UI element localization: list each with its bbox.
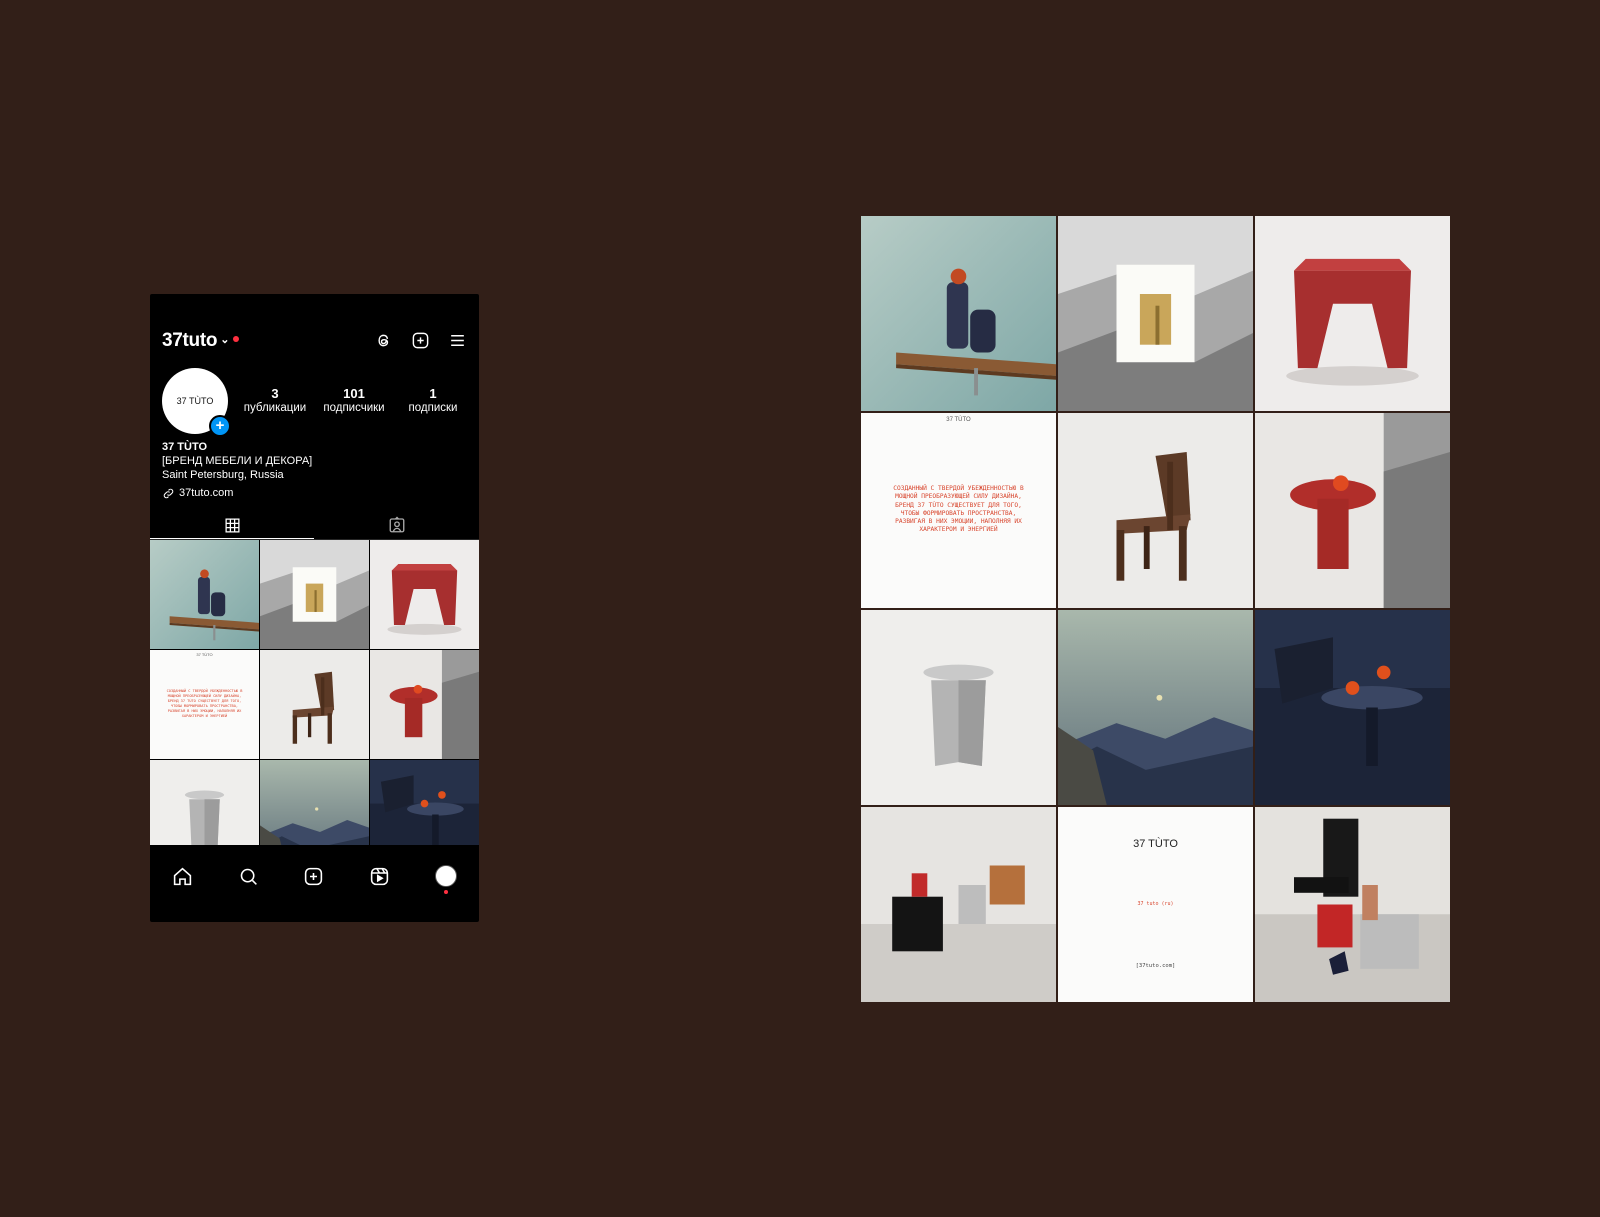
add-post-icon[interactable] <box>411 331 430 350</box>
gold-table-mountains-photo <box>1058 216 1253 411</box>
post-tile-shelf-vases[interactable] <box>861 216 1056 411</box>
cover-title: 37 TÙTO <box>1133 838 1178 851</box>
cover-site: [37tuto.com] <box>1135 963 1176 969</box>
stat-posts-value: 3 <box>271 386 279 401</box>
post-tile-red-stool[interactable] <box>370 540 479 649</box>
profile-post-grid: 37 TÙTO Созданный с твердой убежденностью… <box>150 540 479 845</box>
manifesto-text: Созданный с твердой убежденностью в мощн… <box>166 689 243 719</box>
post-tile-mountain-dusk[interactable] <box>260 760 369 845</box>
shelf-vases-photo <box>150 540 259 649</box>
stat-followers-value: 101 <box>343 386 365 401</box>
avatar-text: 37 TÙTO <box>176 396 214 406</box>
stat-posts: 3 публикации <box>236 386 314 414</box>
post-tile-collection-group[interactable] <box>1255 807 1450 1002</box>
manifesto-brand: 37 TÙTO <box>946 416 971 423</box>
mountain-dusk-photo <box>1058 610 1253 805</box>
post-tile-mountain-dusk[interactable] <box>1058 610 1253 805</box>
grid-icon <box>224 517 240 533</box>
profile-phone-screen: 37tuto ⌄ 37 TÙTO + 3 публикации 101 подпи… <box>150 294 479 922</box>
username-switcher[interactable]: 37tuto ⌄ <box>162 330 240 352</box>
post-tile-red-side-table[interactable] <box>370 650 479 759</box>
post-tile-furniture-group[interactable] <box>861 807 1056 1002</box>
tab-tagged[interactable] <box>315 512 479 538</box>
gold-table-mountains-photo <box>260 540 369 649</box>
post-tile-dark-table-oranges[interactable] <box>370 760 479 845</box>
profile-tabs <box>150 512 479 540</box>
red-side-table-photo <box>1255 413 1450 608</box>
home-icon[interactable] <box>172 866 193 887</box>
profile-link-text: 37tuto.com <box>179 487 234 499</box>
post-tile-shelf-vases[interactable] <box>150 540 259 649</box>
stat-following-label: подписки <box>408 402 458 414</box>
threads-icon[interactable] <box>374 331 393 350</box>
chevron-down-icon: ⌄ <box>220 334 230 346</box>
mountain-dusk-photo <box>260 760 369 845</box>
profile-location: Saint Petersburg, Russia <box>162 469 284 481</box>
post-tile-steel-table[interactable] <box>861 610 1056 805</box>
profile-link[interactable]: 37tuto.com <box>162 486 312 500</box>
post-tile-walnut-chair[interactable] <box>1058 413 1253 608</box>
post-tile-dark-table-oranges[interactable] <box>1255 610 1450 805</box>
stat-followers[interactable]: 101 подписчики <box>315 386 393 414</box>
post-tile-steel-table[interactable] <box>150 760 259 845</box>
red-side-table-photo <box>370 650 479 759</box>
stat-followers-label: подписчики <box>323 402 385 414</box>
profile-nav-avatar[interactable] <box>434 865 457 894</box>
post-tile-red-stool[interactable] <box>1255 216 1450 411</box>
walnut-chair-photo <box>1058 413 1253 608</box>
large-post-grid: 37 TÙTO Созданный с твердой убежденностью… <box>861 216 1450 1002</box>
red-stool-photo <box>370 540 479 649</box>
shelf-vases-photo <box>861 216 1056 411</box>
post-tile-walnut-chair[interactable] <box>260 650 369 759</box>
post-tile-gold-table-mountains[interactable] <box>260 540 369 649</box>
post-tile-manifesto-text[interactable]: 37 TÙTO Созданный с твердой убежденностью… <box>861 413 1056 608</box>
avatar[interactable]: 37 TÙTO + <box>162 368 231 437</box>
walnut-chair-photo <box>260 650 369 759</box>
profile-category: [БРЕНД МЕБЕЛИ И ДЕКОРА] <box>162 455 313 467</box>
post-tile-brand-cover[interactable]: 37 TÙTO 37 tuto (ru) [37tuto.com] <box>1058 807 1253 1002</box>
profile-bio: 37 TÙTO [БРЕНД МЕБЕЛИ И ДЕКОРА] Saint Pe… <box>162 440 312 500</box>
stat-posts-label: публикации <box>243 402 307 414</box>
red-stool-photo <box>1255 216 1450 411</box>
menu-icon[interactable] <box>448 331 467 350</box>
cover-subtitle: 37 tuto (ru) <box>1137 900 1174 907</box>
notification-dot <box>233 336 240 342</box>
create-icon[interactable] <box>303 866 324 887</box>
tab-posts-grid[interactable] <box>150 512 314 539</box>
furniture-group-photo <box>861 807 1056 1002</box>
stat-following-value: 1 <box>429 386 437 401</box>
steel-table-photo <box>150 760 259 845</box>
post-tile-gold-table-mountains[interactable] <box>1058 216 1253 411</box>
post-tile-manifesto-text[interactable]: 37 TÙTO Созданный с твердой убежденностью… <box>150 650 259 759</box>
post-tile-red-side-table[interactable] <box>1255 413 1450 608</box>
dark-table-oranges-photo <box>1255 610 1450 805</box>
profile-name: 37 TÙTO <box>162 441 208 453</box>
manifesto-brand: 37 TÙTO <box>196 652 213 658</box>
collection-group-photo <box>1255 807 1450 1002</box>
tagged-icon <box>389 516 405 533</box>
steel-table-photo <box>861 610 1056 805</box>
dark-table-oranges-photo <box>370 760 479 845</box>
manifesto-text: Созданный с твердой убежденностью в мощн… <box>893 485 1024 534</box>
link-icon <box>163 488 174 498</box>
username: 37tuto <box>162 330 218 351</box>
reels-icon[interactable] <box>369 866 390 887</box>
add-story-plus-icon[interactable]: + <box>209 415 231 437</box>
stat-following[interactable]: 1 подписки <box>394 386 472 414</box>
bottom-navigation <box>150 856 479 896</box>
search-icon[interactable] <box>238 866 259 887</box>
profile-header: 37tuto ⌄ <box>162 330 467 356</box>
